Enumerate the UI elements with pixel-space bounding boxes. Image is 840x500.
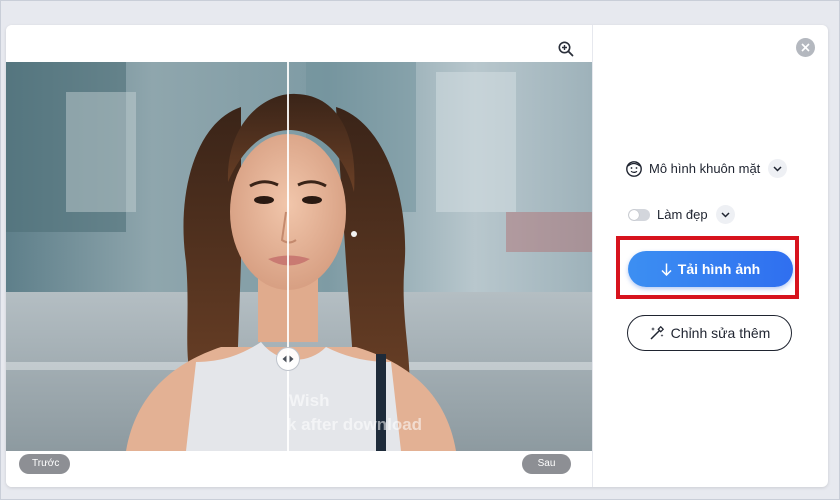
face-model-option[interactable]: Mô hình khuôn mặt (625, 159, 788, 178)
edit-more-button[interactable]: Chỉnh sửa thêm (627, 315, 792, 351)
after-label: Sau đó (522, 454, 571, 487)
edit-more-label: Chỉnh sửa thêm (670, 325, 771, 341)
slider-handle-icon[interactable] (276, 347, 300, 371)
face-icon (625, 160, 643, 178)
compare-divider[interactable] (287, 62, 289, 451)
face-model-label: Mô hình khuôn mặt (649, 161, 761, 176)
chevron-down-icon[interactable] (715, 205, 735, 224)
enhance-result-modal: Wish k after download Trước Sau đó Mô hì… (6, 25, 828, 487)
beauty-option[interactable]: Làm đẹp (628, 205, 735, 224)
before-label: Trước (19, 454, 70, 474)
close-icon[interactable] (796, 38, 815, 57)
download-arrow-icon (661, 263, 672, 276)
download-button[interactable]: Tải hình ảnh (628, 251, 793, 287)
comparison-image[interactable]: Wish k after download (6, 62, 592, 451)
magic-wand-icon (649, 325, 665, 341)
beauty-toggle[interactable] (628, 208, 650, 221)
preview-pane: Wish k after download Trước Sau đó (6, 25, 593, 487)
zoom-in-icon[interactable] (557, 40, 575, 58)
download-label: Tải hình ảnh (677, 261, 761, 277)
beauty-label: Làm đẹp (657, 207, 708, 222)
chevron-down-icon[interactable] (768, 159, 788, 178)
